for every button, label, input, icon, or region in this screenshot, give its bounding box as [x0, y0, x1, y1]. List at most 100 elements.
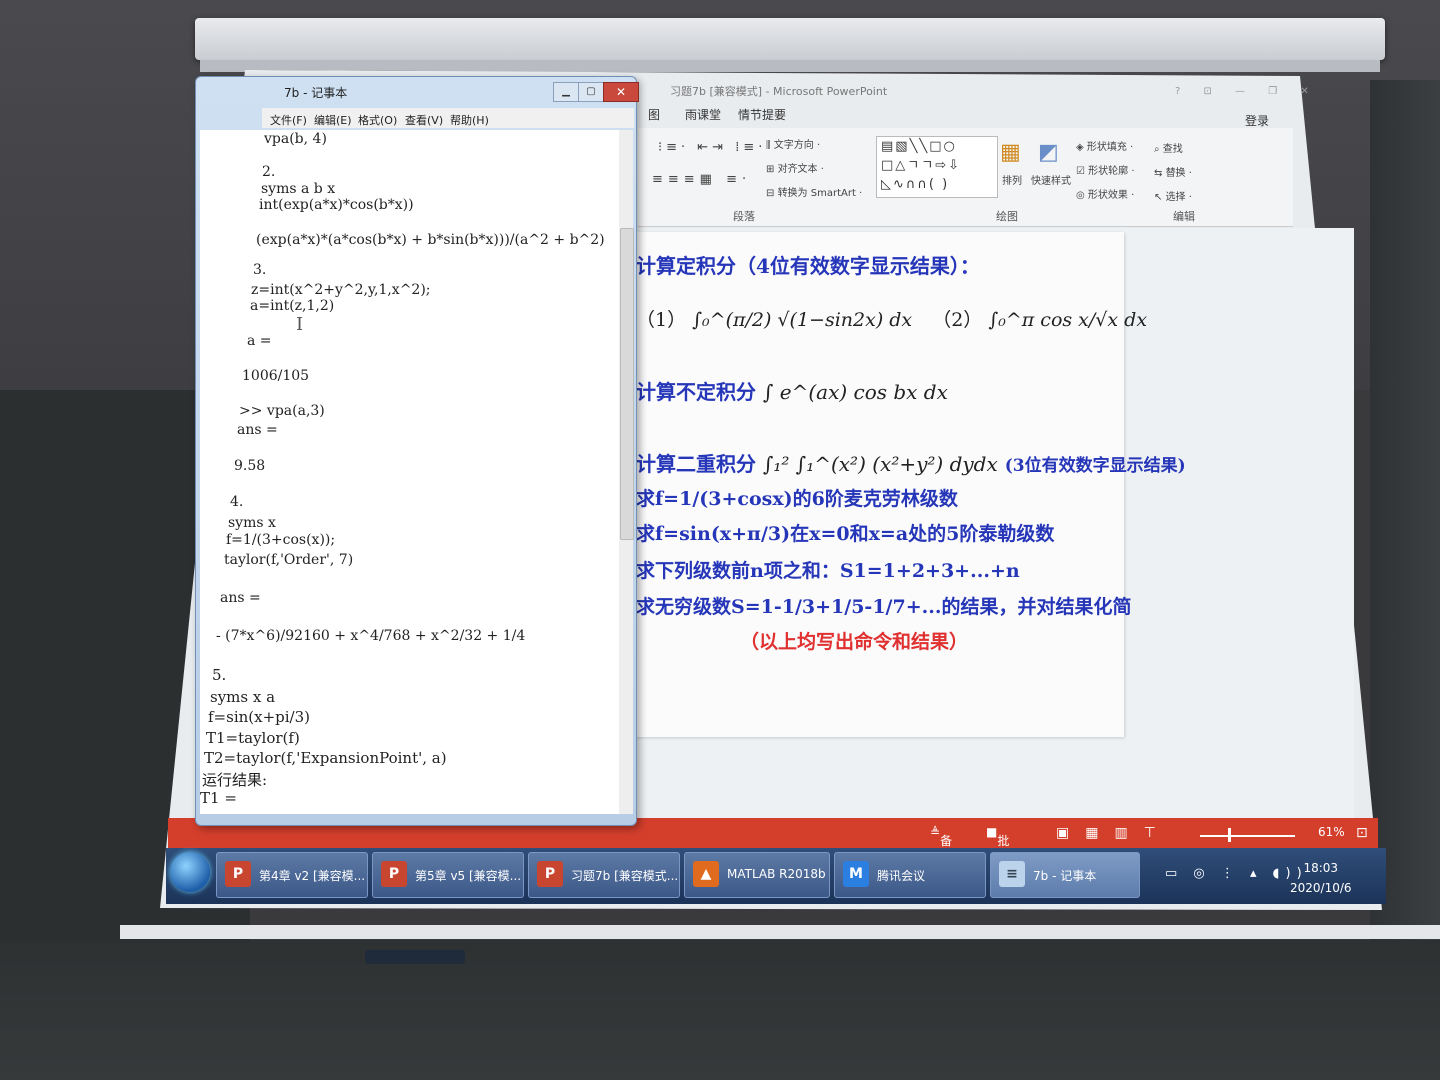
screen-pull-handle	[365, 950, 465, 964]
code-line: ans =	[220, 590, 261, 606]
shape-fill-label: 形状填充	[1086, 142, 1127, 153]
taskbar-label: 第5章 v5 [兼容模...	[415, 869, 522, 883]
code-line: 2.	[262, 164, 276, 180]
comments-button[interactable]: ■ 批注	[986, 825, 1009, 865]
convert-smartart-button[interactable]: ⊟ 转换为 SmartArt ·	[766, 184, 862, 199]
menu-help[interactable]: 帮助(H)	[450, 112, 489, 128]
minimize-button[interactable]: ▁	[553, 82, 579, 102]
slide-line-7: 求无穷级数S=1-1/3+1/5-1/7+...的结果，并对结果化简	[636, 596, 1132, 618]
align-icons[interactable]: ≡≡≡▦ ≡·	[652, 172, 751, 187]
code-line: f=sin(x+pi/3)	[208, 708, 311, 726]
text-direction-label: 文字方向	[773, 140, 814, 151]
slide-line-5: 求f=sin(x+π/3)在x=0和x=a处的5阶泰勒级数	[636, 523, 1055, 545]
projector-screen-housing	[195, 18, 1385, 60]
login-link[interactable]: 登录	[1245, 112, 1269, 129]
tencent-meeting-icon: M	[843, 861, 869, 887]
paragraph-group-label: 段落	[733, 210, 755, 223]
zoom-level[interactable]: 61%	[1318, 825, 1345, 839]
drawing-group-label: 绘图	[996, 210, 1018, 223]
taskbar-clock[interactable]: 18:03 2020/10/6	[1290, 858, 1352, 898]
ribbon: ⁝≡· ⇤⇥ ⁞≡· ≡≡≡▦ ≡· ⫼ 文字方向 · ⊞ 对齐文本 · ⊟ 转…	[638, 128, 1293, 227]
close-button[interactable]: ✕	[603, 82, 639, 102]
taskbar-item-matlab[interactable]: ▲ MATLAB R2018b	[684, 852, 830, 898]
item2-expression: ∫₀^π cos x/√x dx	[988, 309, 1148, 331]
code-line: T1 =	[200, 789, 237, 807]
text-direction-button[interactable]: ⫼ 文字方向 ·	[766, 136, 820, 151]
list-format-icons[interactable]: ⁝≡· ⇤⇥ ⁞≡·	[658, 140, 766, 155]
replace-label: 替换	[1165, 168, 1186, 179]
notepad-menu-bar: 文件(F) 编辑(E) 格式(O) 查看(V) 帮助(H)	[262, 108, 634, 128]
code-line: a =	[247, 333, 272, 349]
shapes-gallery[interactable]: ▤▧╲╲□○ □△ㄱㄱ⇨⇩ ◺∿∩∩( )	[876, 136, 998, 198]
code-line: >> vpa(a,3)	[239, 403, 325, 419]
indefinite-integral-label: 计算不定积分	[636, 380, 756, 404]
taskbar-item-chapter4[interactable]: P 第4章 v2 [兼容模...	[216, 852, 368, 898]
screen-bottom-bar	[120, 925, 1440, 939]
taskbar-label: 7b - 记事本	[1033, 869, 1097, 883]
tab-rain-classroom[interactable]: 雨课堂	[685, 106, 721, 123]
shape-effects-button[interactable]: ◎ 形状效果 ·	[1076, 186, 1134, 201]
clock-date: 2020/10/6	[1290, 881, 1352, 895]
taskbar-item-exercise7b[interactable]: P 习题7b [兼容模式...	[528, 852, 680, 898]
notepad-scrollbar-thumb[interactable]	[620, 228, 634, 540]
tab-picture[interactable]: 图	[648, 106, 660, 123]
shape-effects-label: 形状效果	[1087, 190, 1128, 201]
projector-screen-strip	[200, 60, 1380, 72]
slide-line-6: 求下列级数前n项之和：S1=1+2+3+...+n	[636, 560, 1020, 582]
code-line: T1=taylor(f)	[206, 729, 300, 747]
shape-outline-button[interactable]: ☑ 形状轮廓 ·	[1076, 162, 1135, 177]
code-line: - (7*x^6)/92160 + x^4/768 + x^2/32 + 1/4	[216, 628, 526, 644]
notes-button[interactable]: ≜ 备注	[930, 825, 952, 865]
editing-group-label: 编辑	[1173, 210, 1195, 223]
powerpoint-icon: P	[381, 861, 407, 887]
select-label: 选择	[1165, 192, 1186, 203]
indefinite-integral-expression: ∫ e^(ax) cos bx dx	[762, 380, 948, 404]
slide-line-2: 计算不定积分 ∫ e^(ax) cos bx dx	[636, 376, 948, 405]
double-integral-note: (3位有效数字显示结果)	[1004, 456, 1186, 476]
notepad-title: 7b - 记事本	[284, 86, 348, 100]
align-text-label: 对齐文本	[777, 164, 818, 175]
find-button[interactable]: ⌕ 查找	[1154, 140, 1183, 155]
quick-styles-icon[interactable]: ◩	[1038, 140, 1059, 165]
zoom-slider[interactable]	[1200, 835, 1295, 837]
code-line: 运行结果:	[202, 771, 268, 789]
code-line: ans =	[237, 422, 278, 438]
taskbar-item-chapter5[interactable]: P 第5章 v5 [兼容模...	[372, 852, 524, 898]
menu-edit[interactable]: 编辑(E)	[314, 112, 352, 128]
slide-line-4: 求f=1/(3+cosx)的6阶麦克劳林级数	[636, 488, 958, 510]
code-line: syms x	[228, 515, 276, 531]
quick-styles-label[interactable]: 快速样式	[1031, 172, 1071, 187]
code-line: z=int(x^2+y^2,y,1,x^2);	[251, 282, 431, 298]
code-line: vpa(b, 4)	[264, 131, 327, 147]
slide-line-3: 计算二重积分 ∫₁² ∫₁^(x²) (x²+y²) dydx (3位有效数字显…	[636, 448, 1186, 477]
fit-slide-icon[interactable]: ⊡	[1356, 825, 1368, 841]
system-tray-icons[interactable]: ▭ ◎ ⋮ ▴ ◖))	[1165, 866, 1308, 881]
arrange-label[interactable]: 排列	[1002, 172, 1022, 187]
start-button[interactable]	[170, 852, 210, 892]
taskbar-label: MATLAB R2018b	[727, 867, 826, 881]
tab-storyboard[interactable]: 情节提要	[738, 106, 786, 123]
zoom-slider-thumb[interactable]	[1228, 828, 1231, 842]
double-integral-label: 计算二重积分	[636, 452, 756, 476]
slide-line-8: （以上均写出命令和结果）	[740, 631, 969, 653]
powerpoint-window-controls[interactable]: ? ⊡ — ❐ ✕	[1175, 86, 1319, 97]
align-text-button[interactable]: ⊞ 对齐文本 ·	[766, 160, 824, 175]
view-buttons[interactable]: ▣▦▥⊤	[1056, 825, 1172, 841]
taskbar-item-notepad[interactable]: ≡ 7b - 记事本	[990, 852, 1140, 898]
select-button[interactable]: ↖ 选择 ·	[1154, 188, 1192, 203]
taskbar-label: 习题7b [兼容模式...	[571, 869, 679, 883]
menu-format[interactable]: 格式(O)	[358, 112, 397, 128]
powerpoint-title: 习题7b [兼容模式] - Microsoft PowerPoint	[670, 85, 888, 98]
maximize-button[interactable]: ▢	[578, 82, 604, 102]
menu-view[interactable]: 查看(V)	[405, 112, 443, 128]
replace-button[interactable]: ⇆ 替换 ·	[1154, 164, 1192, 179]
code-line: syms a b x	[261, 181, 336, 197]
code-line: taylor(f,'Order', 7)	[224, 552, 354, 568]
convert-smartart-label: 转换为 SmartArt	[777, 188, 856, 199]
taskbar-item-tencent-meeting[interactable]: M 腾讯会议	[834, 852, 986, 898]
arrange-icon[interactable]: ▦	[1000, 140, 1021, 165]
menu-file[interactable]: 文件(F)	[270, 112, 307, 128]
clock-time: 18:03	[1303, 861, 1339, 875]
code-line: f=1/(3+cos(x));	[226, 532, 336, 548]
shape-fill-button[interactable]: ◈ 形状填充 ·	[1076, 138, 1133, 153]
